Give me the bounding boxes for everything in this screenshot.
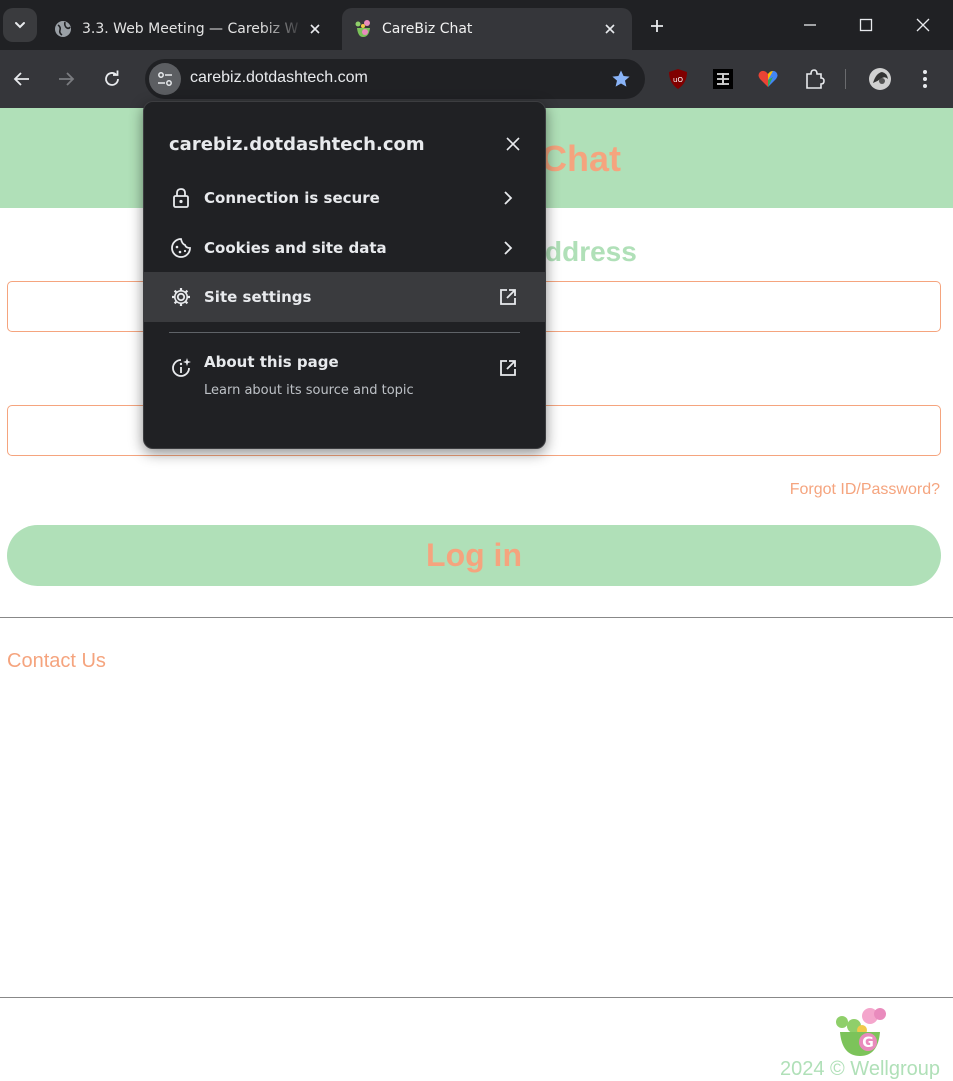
tab-carebiz-chat[interactable]: CareBiz Chat	[342, 8, 632, 50]
site-info-button[interactable]	[149, 63, 181, 95]
wellgroup-logo: G	[832, 1006, 888, 1060]
svg-text:uO: uO	[673, 76, 683, 84]
maximize-button[interactable]	[846, 8, 886, 42]
footer-divider	[0, 997, 953, 998]
id-field-label-text: ddress	[545, 236, 637, 267]
popup-domain: carebiz.dotdashtech.com	[169, 134, 425, 155]
tune-icon	[158, 72, 172, 86]
login-button[interactable]: Log in	[7, 525, 941, 586]
browser-tab-bar: 3.3. Web Meeting — Carebiz W CareBiz Cha…	[0, 0, 953, 50]
popup-divider	[169, 332, 520, 333]
page-title-text: Chat	[541, 138, 621, 179]
browser-menu-button[interactable]	[913, 67, 937, 91]
reader-icon[interactable]	[711, 67, 735, 91]
svg-text:G: G	[862, 1035, 874, 1051]
bookmark-star-icon[interactable]	[611, 69, 631, 89]
close-popup-button[interactable]	[503, 134, 523, 154]
tab-title: CareBiz Chat	[382, 21, 473, 37]
cookies-site-data-item[interactable]: Cookies and site data	[144, 223, 545, 273]
site-settings-item[interactable]: Site settings	[144, 272, 545, 322]
forgot-password-link[interactable]: Forgot ID/Password?	[790, 481, 940, 499]
chevron-down-icon	[15, 22, 25, 29]
avatar[interactable]	[868, 67, 892, 91]
plus-icon	[651, 20, 663, 32]
copyright-text: 2024 © Wellgroup	[779, 1058, 940, 1080]
close-tab-icon[interactable]	[600, 19, 620, 39]
forward-button[interactable]	[51, 64, 81, 94]
ublock-icon[interactable]: uO	[666, 67, 690, 91]
reload-button[interactable]	[97, 64, 127, 94]
about-this-page-label: About this page	[204, 353, 339, 371]
site-settings-label: Site settings	[204, 288, 312, 306]
carebiz-logo-icon	[354, 20, 372, 38]
url-text: carebiz.dotdashtech.com	[190, 69, 368, 86]
puzzle-icon[interactable]	[802, 67, 826, 91]
arrow-right-icon	[59, 72, 75, 86]
close-icon	[506, 137, 520, 151]
cookie-icon	[169, 236, 193, 260]
chevron-right-icon	[496, 186, 520, 210]
tab-title: 3.3. Web Meeting — Carebiz W	[82, 21, 299, 37]
arrow-left-icon	[13, 72, 29, 86]
gear-icon	[169, 285, 193, 309]
browser-toolbar: carebiz.dotdashtech.com uO	[0, 50, 953, 108]
new-tab-button[interactable]	[644, 14, 670, 38]
back-button[interactable]	[7, 64, 37, 94]
maximize-icon	[859, 18, 873, 32]
about-this-page-subtitle: Learn about its source and topic	[204, 383, 414, 398]
open-external-icon	[496, 285, 520, 309]
tab-search-button[interactable]	[3, 8, 37, 42]
minimize-icon	[804, 24, 816, 26]
toolbar-separator	[845, 69, 846, 89]
heart-extension-icon[interactable]	[756, 67, 780, 91]
lock-icon	[169, 186, 193, 210]
divider	[0, 617, 953, 618]
globe-icon	[54, 20, 72, 38]
chevron-right-icon	[496, 236, 520, 260]
close-window-button[interactable]	[903, 8, 943, 42]
site-info-popup: carebiz.dotdashtech.com Connection is se…	[143, 101, 546, 449]
cookies-site-data-label: Cookies and site data	[204, 239, 387, 257]
connection-secure-label: Connection is secure	[204, 189, 380, 207]
close-icon	[916, 18, 930, 32]
connection-secure-item[interactable]: Connection is secure	[144, 173, 545, 223]
info-sparkle-icon	[169, 356, 193, 380]
contact-us-link[interactable]: Contact Us	[7, 650, 106, 673]
open-external-icon	[496, 356, 520, 380]
address-bar[interactable]: carebiz.dotdashtech.com	[145, 59, 645, 99]
tab-web-meeting[interactable]: 3.3. Web Meeting — Carebiz W	[42, 8, 337, 50]
minimize-button[interactable]	[790, 8, 830, 42]
close-tab-icon[interactable]	[305, 19, 325, 39]
more-vert-icon	[923, 70, 927, 88]
reload-icon	[105, 70, 119, 86]
